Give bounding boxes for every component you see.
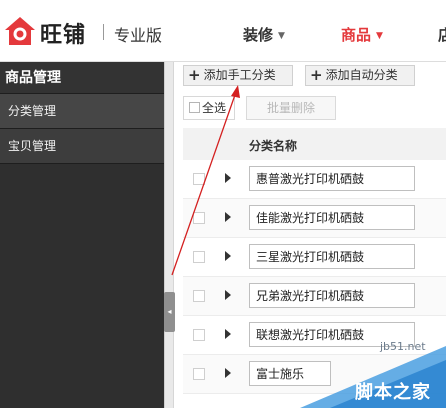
triangle-right-icon[interactable] bbox=[225, 251, 231, 261]
table-header: 分类名称 bbox=[183, 128, 446, 160]
nav-shop-label: 店 bbox=[438, 26, 446, 44]
triangle-right-icon[interactable] bbox=[225, 212, 231, 222]
table-toolbar: 全选 批量删除 bbox=[183, 96, 446, 122]
table-row bbox=[183, 238, 446, 277]
checkbox-icon bbox=[189, 102, 200, 113]
sidebar: 商品管理 分类管理 宝贝管理 bbox=[0, 62, 164, 408]
sidebar-title: 商品管理 bbox=[0, 62, 164, 94]
category-name-input[interactable] bbox=[249, 283, 415, 308]
sidebar-item-item-management[interactable]: 宝贝管理 bbox=[0, 129, 164, 164]
select-all-checkbox[interactable]: 全选 bbox=[183, 96, 235, 120]
nav-shop[interactable]: 店 bbox=[438, 24, 446, 45]
table-row bbox=[183, 160, 446, 199]
category-name-input[interactable] bbox=[249, 244, 415, 269]
row-checkbox[interactable] bbox=[193, 329, 205, 341]
row-checkbox[interactable] bbox=[193, 212, 205, 224]
column-header-category-name: 分类名称 bbox=[249, 139, 298, 153]
add-manual-category-label: 添加手工分类 bbox=[203, 68, 276, 82]
nav-products-label: 商品 bbox=[341, 26, 372, 44]
category-name-input[interactable] bbox=[249, 166, 415, 191]
sidebar-item-category-management[interactable]: 分类管理 bbox=[0, 94, 164, 129]
nav-products[interactable]: 商品 ▼ bbox=[341, 24, 383, 45]
select-all-label: 全选 bbox=[202, 101, 227, 115]
watermark-text: 脚本之家 bbox=[355, 382, 431, 403]
edition-label: 专业版 bbox=[114, 26, 163, 45]
category-name-input[interactable] bbox=[249, 205, 415, 230]
triangle-right-icon[interactable] bbox=[225, 290, 231, 300]
row-checkbox[interactable] bbox=[193, 368, 205, 380]
add-auto-category-button[interactable]: + 添加自动分类 bbox=[305, 65, 415, 86]
brand-divider bbox=[103, 24, 104, 40]
chevron-down-icon: ▼ bbox=[278, 31, 285, 41]
add-auto-category-label: 添加自动分类 bbox=[325, 68, 398, 82]
watermark-url: jb51.net bbox=[380, 340, 426, 353]
add-manual-category-button[interactable]: + 添加手工分类 bbox=[183, 65, 293, 86]
triangle-right-icon[interactable] bbox=[225, 368, 231, 378]
nav-decorate[interactable]: 装修 ▼ bbox=[243, 24, 285, 45]
row-checkbox[interactable] bbox=[193, 290, 205, 302]
table-row bbox=[183, 277, 446, 316]
brand-name[interactable]: 旺铺 bbox=[40, 17, 86, 49]
nav-decorate-label: 装修 bbox=[243, 26, 274, 44]
triangle-right-icon[interactable] bbox=[225, 173, 231, 183]
table-row bbox=[183, 199, 446, 238]
house-logo-icon[interactable] bbox=[2, 14, 38, 48]
row-checkbox[interactable] bbox=[193, 251, 205, 263]
triangle-right-icon[interactable] bbox=[225, 329, 231, 339]
collapse-sidebar-icon[interactable]: ◂ bbox=[164, 292, 175, 332]
plus-icon: + bbox=[310, 66, 323, 84]
batch-delete-button[interactable]: 批量删除 bbox=[246, 96, 336, 120]
sidebar-splitter[interactable] bbox=[164, 62, 174, 408]
row-checkbox[interactable] bbox=[193, 173, 205, 185]
plus-icon: + bbox=[188, 66, 201, 84]
chevron-down-icon: ▼ bbox=[376, 31, 383, 41]
top-header: 旺铺 专业版 装修 ▼ 商品 ▼ 店 bbox=[0, 0, 446, 62]
